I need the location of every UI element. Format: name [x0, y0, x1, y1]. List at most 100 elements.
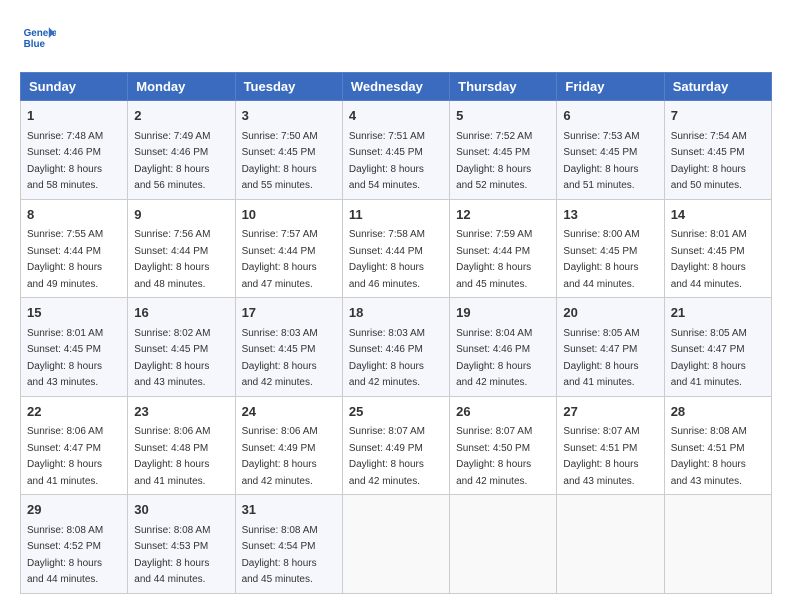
calendar-cell: 28 Sunrise: 8:08 AMSunset: 4:51 PMDaylig…	[664, 396, 771, 495]
day-info: Sunrise: 8:02 AMSunset: 4:45 PMDaylight:…	[134, 328, 210, 389]
calendar-cell: 3 Sunrise: 7:50 AMSunset: 4:45 PMDayligh…	[235, 101, 342, 200]
calendar-cell: 29 Sunrise: 8:08 AMSunset: 4:52 PMDaylig…	[21, 495, 128, 594]
calendar-cell: 10 Sunrise: 7:57 AMSunset: 4:44 PMDaylig…	[235, 199, 342, 298]
calendar-cell: 13 Sunrise: 8:00 AMSunset: 4:45 PMDaylig…	[557, 199, 664, 298]
calendar-week-row: 1 Sunrise: 7:48 AMSunset: 4:46 PMDayligh…	[21, 101, 772, 200]
day-info: Sunrise: 7:54 AMSunset: 4:45 PMDaylight:…	[671, 131, 747, 192]
logo: General Blue	[20, 20, 60, 56]
calendar-header-row: SundayMondayTuesdayWednesdayThursdayFrid…	[21, 73, 772, 101]
day-number: 23	[134, 402, 228, 422]
calendar-cell: 21 Sunrise: 8:05 AMSunset: 4:47 PMDaylig…	[664, 298, 771, 397]
calendar-cell: 11 Sunrise: 7:58 AMSunset: 4:44 PMDaylig…	[342, 199, 449, 298]
calendar-header-sunday: Sunday	[21, 73, 128, 101]
day-info: Sunrise: 7:58 AMSunset: 4:44 PMDaylight:…	[349, 229, 425, 290]
day-number: 24	[242, 402, 336, 422]
calendar-week-row: 29 Sunrise: 8:08 AMSunset: 4:52 PMDaylig…	[21, 495, 772, 594]
day-number: 27	[563, 402, 657, 422]
day-info: Sunrise: 7:50 AMSunset: 4:45 PMDaylight:…	[242, 131, 318, 192]
calendar-week-row: 22 Sunrise: 8:06 AMSunset: 4:47 PMDaylig…	[21, 396, 772, 495]
day-info: Sunrise: 8:06 AMSunset: 4:48 PMDaylight:…	[134, 426, 210, 487]
calendar-cell: 4 Sunrise: 7:51 AMSunset: 4:45 PMDayligh…	[342, 101, 449, 200]
day-number: 6	[563, 106, 657, 126]
day-number: 26	[456, 402, 550, 422]
calendar-cell: 12 Sunrise: 7:59 AMSunset: 4:44 PMDaylig…	[450, 199, 557, 298]
day-number: 20	[563, 303, 657, 323]
day-info: Sunrise: 8:07 AMSunset: 4:49 PMDaylight:…	[349, 426, 425, 487]
calendar-cell	[450, 495, 557, 594]
calendar-header-thursday: Thursday	[450, 73, 557, 101]
logo-icon: General Blue	[20, 20, 56, 56]
day-number: 29	[27, 500, 121, 520]
day-number: 19	[456, 303, 550, 323]
day-number: 28	[671, 402, 765, 422]
day-info: Sunrise: 8:05 AMSunset: 4:47 PMDaylight:…	[563, 328, 639, 389]
day-info: Sunrise: 7:48 AMSunset: 4:46 PMDaylight:…	[27, 131, 103, 192]
day-info: Sunrise: 7:56 AMSunset: 4:44 PMDaylight:…	[134, 229, 210, 290]
calendar-cell	[557, 495, 664, 594]
calendar-cell: 23 Sunrise: 8:06 AMSunset: 4:48 PMDaylig…	[128, 396, 235, 495]
day-number: 31	[242, 500, 336, 520]
day-info: Sunrise: 7:52 AMSunset: 4:45 PMDaylight:…	[456, 131, 532, 192]
day-number: 13	[563, 205, 657, 225]
calendar-header-wednesday: Wednesday	[342, 73, 449, 101]
calendar-header-friday: Friday	[557, 73, 664, 101]
day-info: Sunrise: 7:55 AMSunset: 4:44 PMDaylight:…	[27, 229, 103, 290]
day-info: Sunrise: 7:59 AMSunset: 4:44 PMDaylight:…	[456, 229, 532, 290]
day-info: Sunrise: 8:06 AMSunset: 4:47 PMDaylight:…	[27, 426, 103, 487]
calendar-cell: 2 Sunrise: 7:49 AMSunset: 4:46 PMDayligh…	[128, 101, 235, 200]
day-info: Sunrise: 8:01 AMSunset: 4:45 PMDaylight:…	[671, 229, 747, 290]
page-header: General Blue	[20, 20, 772, 56]
day-info: Sunrise: 8:00 AMSunset: 4:45 PMDaylight:…	[563, 229, 639, 290]
day-info: Sunrise: 8:06 AMSunset: 4:49 PMDaylight:…	[242, 426, 318, 487]
calendar-week-row: 8 Sunrise: 7:55 AMSunset: 4:44 PMDayligh…	[21, 199, 772, 298]
calendar-cell: 18 Sunrise: 8:03 AMSunset: 4:46 PMDaylig…	[342, 298, 449, 397]
day-info: Sunrise: 7:49 AMSunset: 4:46 PMDaylight:…	[134, 131, 210, 192]
calendar-cell: 9 Sunrise: 7:56 AMSunset: 4:44 PMDayligh…	[128, 199, 235, 298]
day-number: 21	[671, 303, 765, 323]
day-info: Sunrise: 8:03 AMSunset: 4:46 PMDaylight:…	[349, 328, 425, 389]
calendar-cell	[342, 495, 449, 594]
calendar-cell: 30 Sunrise: 8:08 AMSunset: 4:53 PMDaylig…	[128, 495, 235, 594]
day-number: 17	[242, 303, 336, 323]
calendar-cell: 24 Sunrise: 8:06 AMSunset: 4:49 PMDaylig…	[235, 396, 342, 495]
day-number: 2	[134, 106, 228, 126]
calendar-week-row: 15 Sunrise: 8:01 AMSunset: 4:45 PMDaylig…	[21, 298, 772, 397]
calendar-header-saturday: Saturday	[664, 73, 771, 101]
calendar-cell: 27 Sunrise: 8:07 AMSunset: 4:51 PMDaylig…	[557, 396, 664, 495]
day-number: 15	[27, 303, 121, 323]
day-info: Sunrise: 7:53 AMSunset: 4:45 PMDaylight:…	[563, 131, 639, 192]
calendar-cell: 15 Sunrise: 8:01 AMSunset: 4:45 PMDaylig…	[21, 298, 128, 397]
day-number: 4	[349, 106, 443, 126]
calendar-cell: 17 Sunrise: 8:03 AMSunset: 4:45 PMDaylig…	[235, 298, 342, 397]
day-info: Sunrise: 8:08 AMSunset: 4:52 PMDaylight:…	[27, 525, 103, 586]
day-number: 5	[456, 106, 550, 126]
day-number: 9	[134, 205, 228, 225]
calendar-cell: 5 Sunrise: 7:52 AMSunset: 4:45 PMDayligh…	[450, 101, 557, 200]
day-number: 12	[456, 205, 550, 225]
day-info: Sunrise: 8:08 AMSunset: 4:51 PMDaylight:…	[671, 426, 747, 487]
calendar-cell: 22 Sunrise: 8:06 AMSunset: 4:47 PMDaylig…	[21, 396, 128, 495]
day-number: 18	[349, 303, 443, 323]
day-number: 30	[134, 500, 228, 520]
day-info: Sunrise: 8:08 AMSunset: 4:53 PMDaylight:…	[134, 525, 210, 586]
day-number: 8	[27, 205, 121, 225]
day-number: 7	[671, 106, 765, 126]
calendar-header-tuesday: Tuesday	[235, 73, 342, 101]
calendar-header-monday: Monday	[128, 73, 235, 101]
day-info: Sunrise: 8:03 AMSunset: 4:45 PMDaylight:…	[242, 328, 318, 389]
calendar-cell: 16 Sunrise: 8:02 AMSunset: 4:45 PMDaylig…	[128, 298, 235, 397]
svg-text:Blue: Blue	[24, 39, 46, 50]
calendar-cell: 20 Sunrise: 8:05 AMSunset: 4:47 PMDaylig…	[557, 298, 664, 397]
day-number: 22	[27, 402, 121, 422]
day-number: 11	[349, 205, 443, 225]
calendar-cell: 31 Sunrise: 8:08 AMSunset: 4:54 PMDaylig…	[235, 495, 342, 594]
day-number: 10	[242, 205, 336, 225]
calendar-cell: 25 Sunrise: 8:07 AMSunset: 4:49 PMDaylig…	[342, 396, 449, 495]
calendar-cell: 26 Sunrise: 8:07 AMSunset: 4:50 PMDaylig…	[450, 396, 557, 495]
day-number: 14	[671, 205, 765, 225]
calendar-cell: 14 Sunrise: 8:01 AMSunset: 4:45 PMDaylig…	[664, 199, 771, 298]
day-info: Sunrise: 8:04 AMSunset: 4:46 PMDaylight:…	[456, 328, 532, 389]
calendar-cell: 8 Sunrise: 7:55 AMSunset: 4:44 PMDayligh…	[21, 199, 128, 298]
day-info: Sunrise: 7:51 AMSunset: 4:45 PMDaylight:…	[349, 131, 425, 192]
day-number: 1	[27, 106, 121, 126]
